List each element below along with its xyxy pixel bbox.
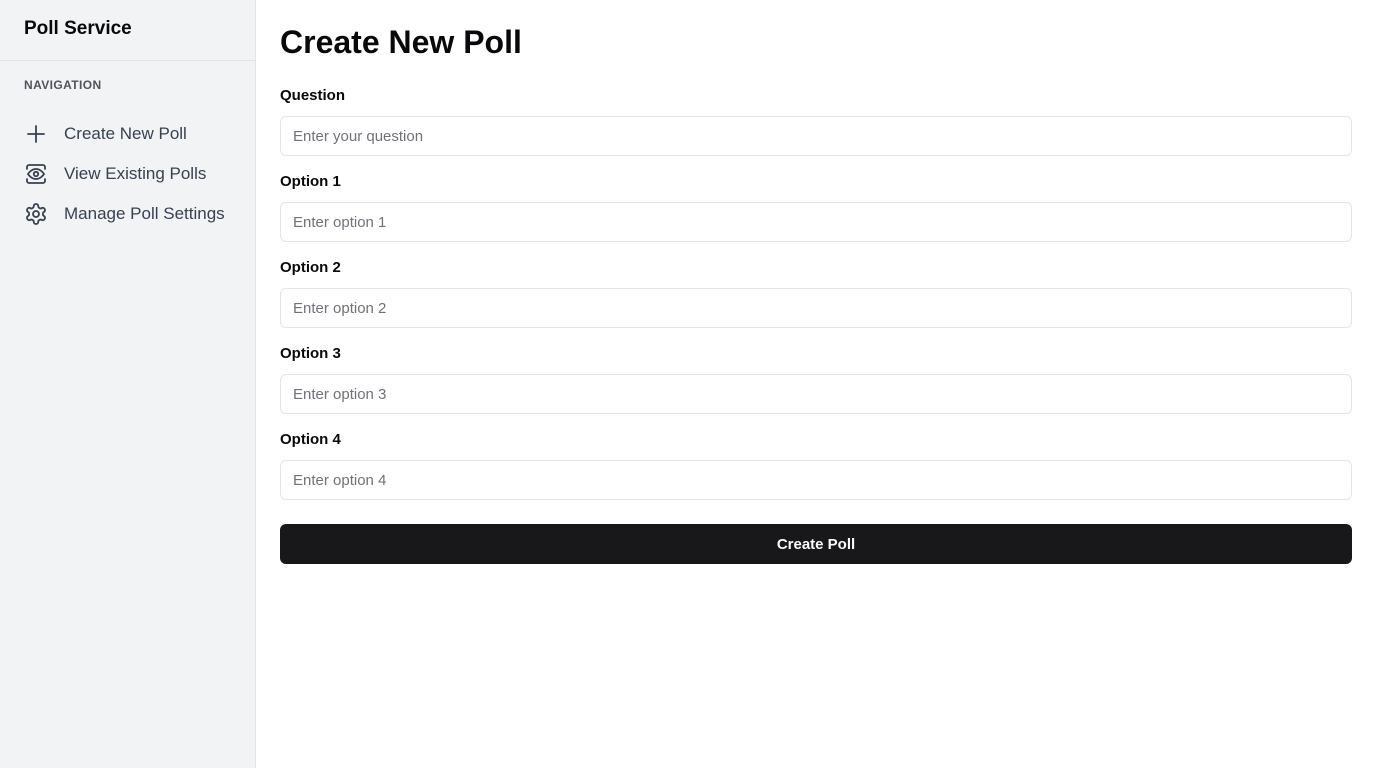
option-2-label: Option 2 [280, 259, 341, 276]
sidebar-nav: NAVIGATION Create New Poll View Existing… [0, 61, 255, 234]
app-root: Poll Service NAVIGATION Create New Poll [0, 0, 1376, 768]
eye-icon [24, 162, 48, 186]
plus-icon [24, 122, 48, 146]
option-4-label: Option 4 [280, 431, 341, 448]
option-1-input[interactable] [280, 202, 1352, 242]
option-4-field: Option 4 [280, 430, 1352, 500]
option-2-input[interactable] [280, 288, 1352, 328]
sidebar-item-label: View Existing Polls [64, 164, 207, 183]
main-content: Create New Poll Question Option 1 Option… [256, 0, 1376, 768]
create-poll-form: Question Option 1 Option 2 Option 3 Opti… [280, 86, 1352, 564]
option-1-label: Option 1 [280, 173, 341, 190]
option-3-field: Option 3 [280, 344, 1352, 414]
sidebar-item-create-new-poll[interactable]: Create New Poll [24, 114, 231, 154]
option-3-label: Option 3 [280, 345, 341, 362]
question-label: Question [280, 87, 346, 104]
page-title: Create New Poll [280, 24, 522, 60]
sidebar-header: Poll Service [0, 0, 255, 61]
nav-heading: NAVIGATION [24, 78, 102, 92]
sidebar: Poll Service NAVIGATION Create New Poll [0, 0, 256, 768]
app-title: Poll Service [24, 18, 132, 39]
sidebar-item-view-existing-polls[interactable]: View Existing Polls [24, 154, 231, 194]
option-3-input[interactable] [280, 374, 1352, 414]
gear-icon [24, 202, 48, 226]
sidebar-item-label: Create New Poll [64, 124, 187, 143]
sidebar-item-manage-poll-settings[interactable]: Manage Poll Settings [24, 194, 231, 234]
option-2-field: Option 2 [280, 258, 1352, 328]
question-field: Question [280, 86, 1352, 156]
option-4-input[interactable] [280, 460, 1352, 500]
option-1-field: Option 1 [280, 172, 1352, 242]
create-poll-button[interactable]: Create Poll [280, 524, 1352, 564]
sidebar-item-label: Manage Poll Settings [64, 204, 225, 223]
question-input[interactable] [280, 116, 1352, 156]
